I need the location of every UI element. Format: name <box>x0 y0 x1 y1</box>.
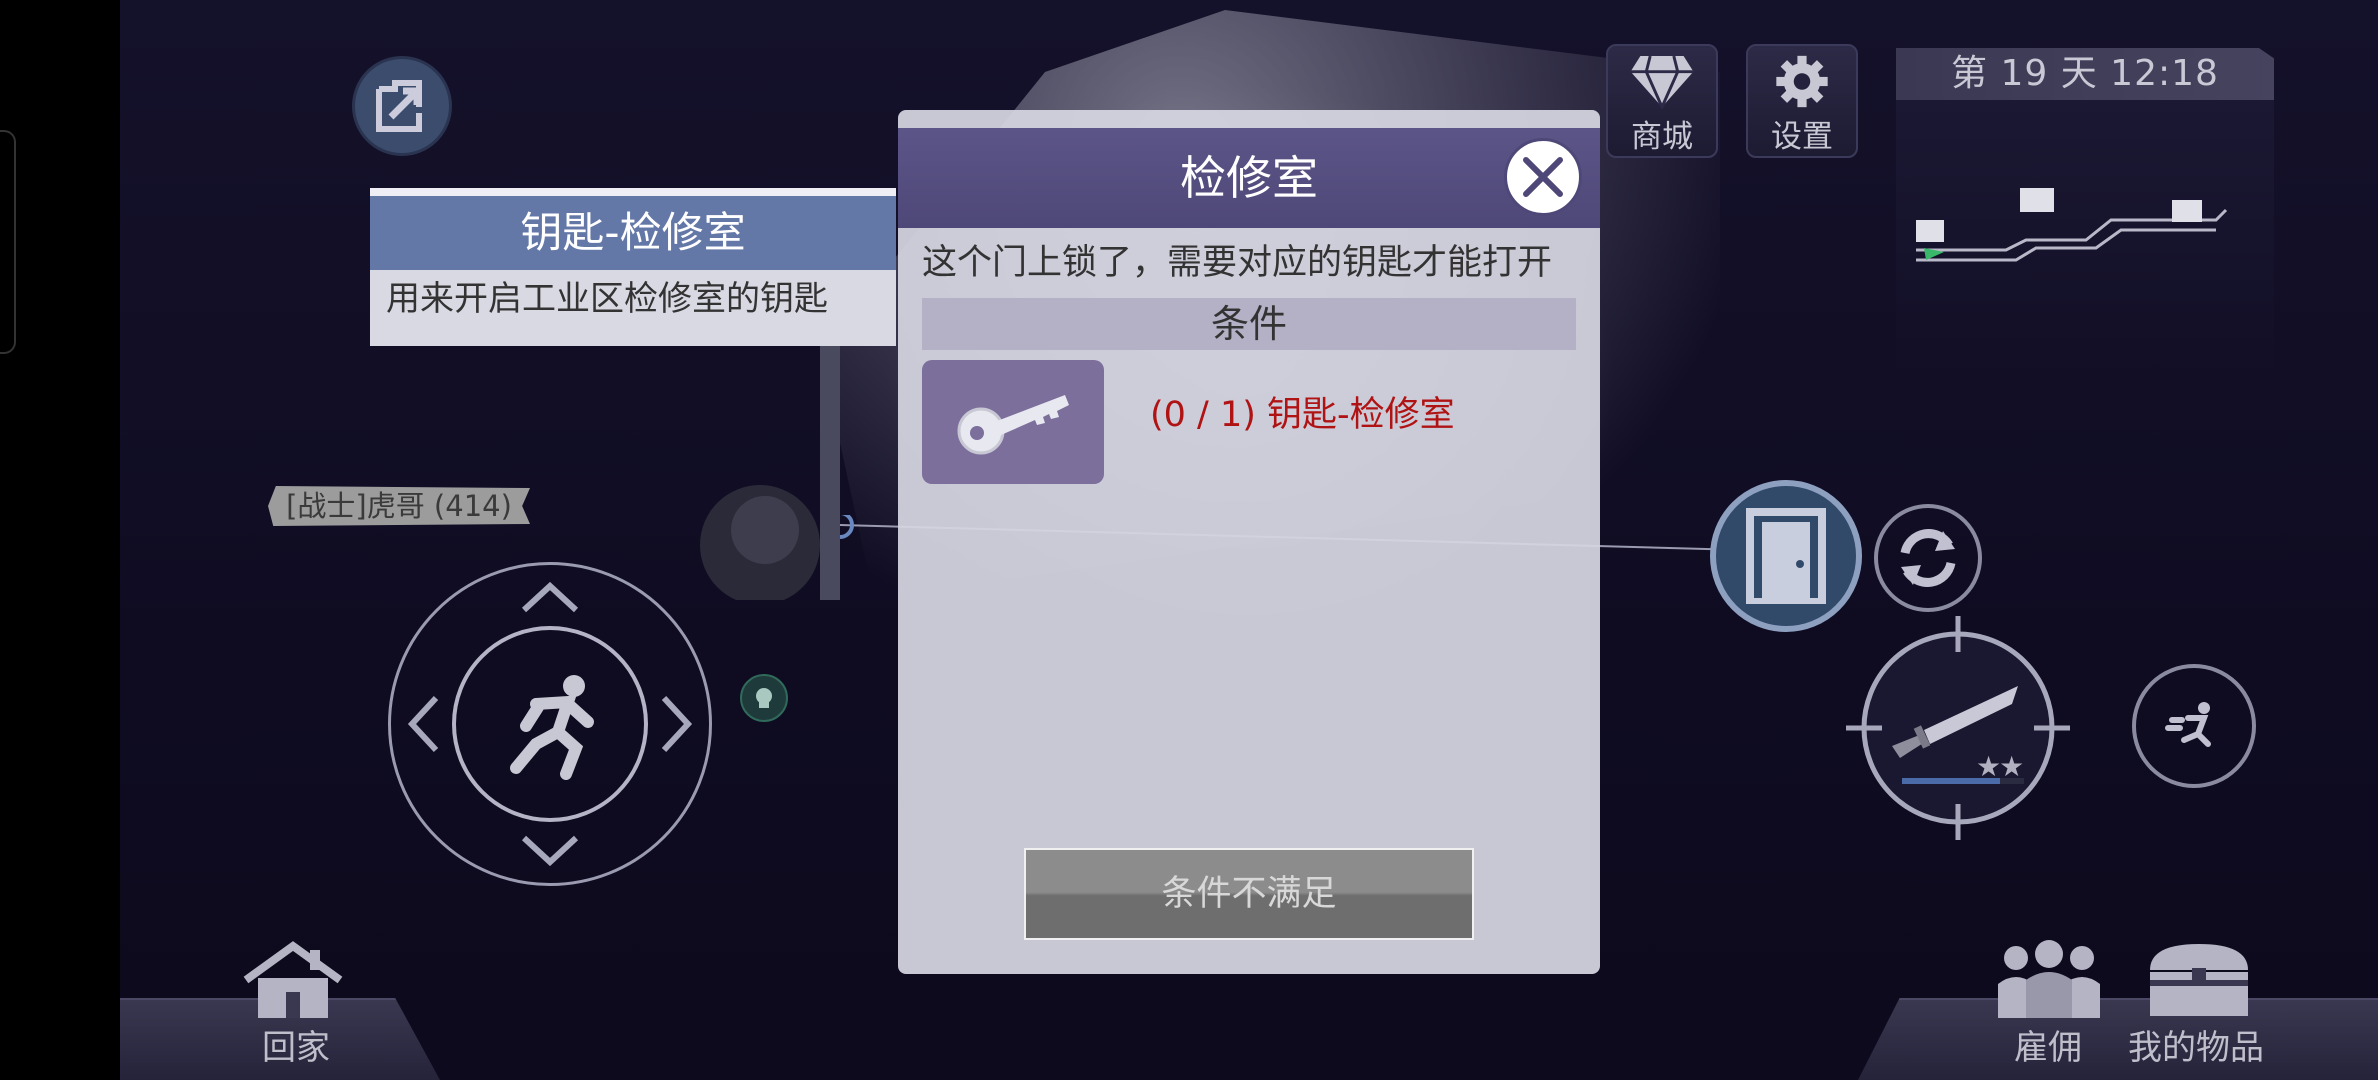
door-icon <box>1746 508 1826 604</box>
exit-button[interactable] <box>352 56 452 156</box>
tooltip-title: 钥匙-检修室 <box>370 196 896 270</box>
inventory-label: 我的物品 <box>2128 1028 2264 1068</box>
running-man-icon <box>510 675 594 780</box>
player-name-tag: [战士]虎哥 (414) <box>268 486 530 526</box>
screen-notch <box>0 130 16 354</box>
sprint-icon <box>2165 702 2211 747</box>
gear-icon <box>1776 55 1828 108</box>
close-icon <box>1523 157 1563 197</box>
weapon-durability-bar <box>1902 778 2024 784</box>
sprint-button[interactable] <box>2132 664 2256 788</box>
settings-label: 设置 <box>1771 119 1833 155</box>
refresh-button[interactable] <box>1874 504 1982 612</box>
house-icon <box>243 941 343 1018</box>
exit-arrow-icon <box>376 80 422 132</box>
minimap[interactable] <box>1896 100 2274 380</box>
required-item-slot[interactable] <box>922 360 1104 484</box>
tooltip-description: 用来开启工业区检修室的钥匙 <box>386 279 828 319</box>
dialog-title: 检修室 <box>898 128 1600 228</box>
skull-icon <box>756 688 772 708</box>
chest-icon <box>2150 944 2248 1016</box>
interact-marker[interactable] <box>740 674 788 722</box>
inventory-button[interactable]: 我的物品 <box>2126 940 2276 1068</box>
condition-unmet-button[interactable]: 条件不满足 <box>1024 848 1474 940</box>
weapon-durability-fill <box>1902 778 2000 784</box>
shop-label: 商城 <box>1631 119 1693 155</box>
item-tooltip: 钥匙-检修室 用来开启工业区检修室的钥匙 <box>370 188 896 346</box>
settings-button[interactable]: 设置 <box>1746 44 1858 158</box>
dialog-message: 这个门上锁了，需要对应的钥匙才能打开 <box>922 243 1553 283</box>
hire-button[interactable]: 雇佣 <box>1994 940 2104 1068</box>
locked-door-dialog: 检修室 这个门上锁了，需要对应的钥匙才能打开 条件 (0 / 1) 钥匙-检修室… <box>898 110 1600 974</box>
door-button[interactable] <box>1710 480 1862 632</box>
people-icon <box>1998 940 2100 1018</box>
home-label: 回家 <box>262 1028 330 1068</box>
hire-label: 雇佣 <box>2014 1028 2082 1068</box>
key-icon <box>957 395 1069 455</box>
close-button[interactable] <box>1504 138 1582 216</box>
home-button[interactable]: 回家 <box>240 940 350 1068</box>
refresh-icon <box>1900 529 1956 587</box>
day-time-display: 第 19 天 12:18 <box>1896 48 2274 100</box>
condition-text: (0 / 1) 钥匙-检修室 <box>1150 395 1455 435</box>
attack-button[interactable]: ★★ <box>1846 616 2070 840</box>
bottom-right-panel <box>1858 998 2378 1080</box>
minimap-rooms <box>1916 188 2228 262</box>
conditions-header: 条件 <box>922 298 1576 350</box>
shop-button[interactable]: 商城 <box>1606 44 1718 158</box>
diamond-icon <box>1630 55 1694 109</box>
movement-joystick[interactable] <box>388 562 712 886</box>
